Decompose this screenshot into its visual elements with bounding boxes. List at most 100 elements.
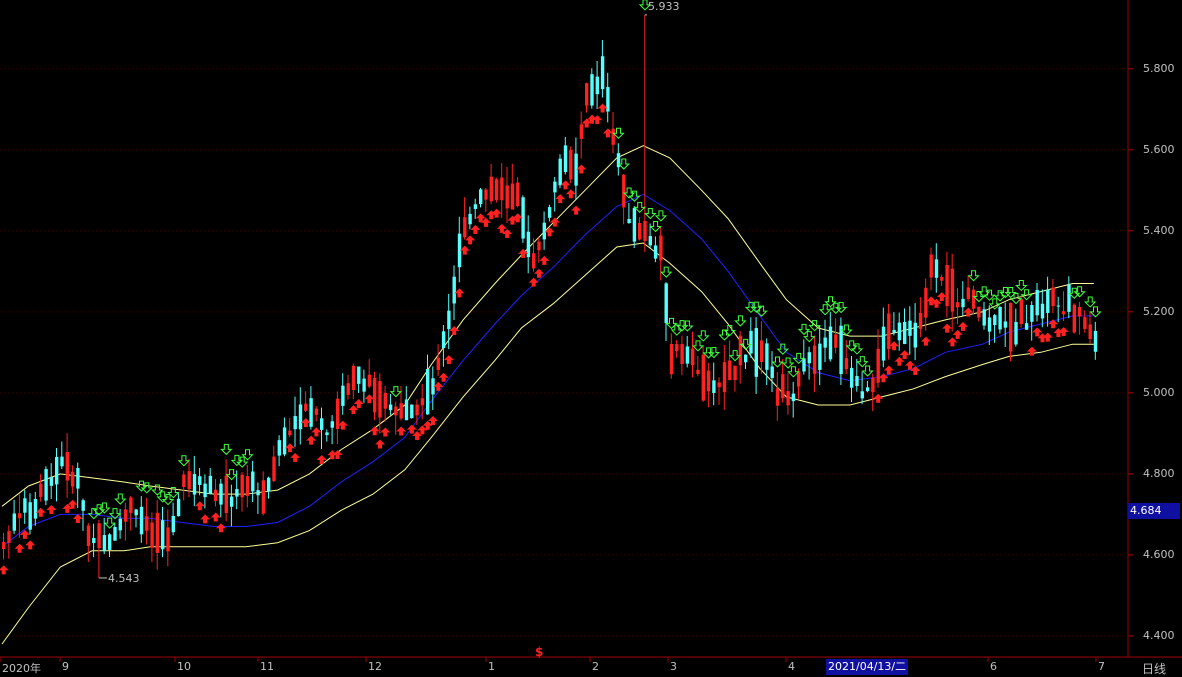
x-tick-label: 4 [788, 660, 795, 673]
candle-body [553, 181, 557, 193]
y-tick-label: 5.600 [1143, 142, 1175, 156]
low-price-label: 4.543 [108, 572, 140, 585]
candle-body [1009, 303, 1013, 352]
sell-arrow-icon [1020, 289, 1033, 301]
buy-arrow-icon [364, 394, 375, 404]
y-tick-label: 4.400 [1143, 628, 1175, 642]
candle-body [834, 334, 838, 348]
candle-body [383, 392, 387, 409]
candle-body [203, 483, 207, 498]
candle-body [229, 496, 234, 507]
candle-body [304, 403, 308, 411]
candle-body [171, 515, 175, 533]
sell-arrow-icon [1015, 279, 1028, 292]
candle-body [129, 497, 133, 513]
period-selector[interactable]: 日线 [1142, 660, 1166, 677]
candle-body [325, 432, 329, 436]
band-lines [1, 145, 1094, 645]
candle-body [807, 352, 811, 364]
last-price-tag: 4.684 [1128, 503, 1180, 519]
sell-arrow-icon [856, 356, 869, 368]
sell-arrow-icon [114, 493, 127, 505]
buy-arrow-icon [544, 227, 555, 237]
candle-body [887, 313, 891, 350]
candle-body [913, 322, 917, 348]
buy-arrow-icon [454, 288, 465, 298]
candle-body [850, 367, 854, 388]
candle-body [966, 287, 970, 299]
candle-body [627, 218, 631, 224]
candle-body [547, 207, 552, 218]
buy-arrow-icon [920, 336, 931, 346]
candle-body [1093, 330, 1098, 352]
candle-body [733, 365, 737, 380]
candle-body [2, 541, 6, 550]
candle-body [664, 283, 668, 324]
buy-arrow-icon [873, 393, 884, 403]
buy-arrow-icon [459, 245, 470, 255]
sell-arrow-icon [861, 365, 874, 377]
candle-body [638, 222, 642, 240]
candle-body [622, 174, 626, 208]
candle-body [892, 329, 896, 333]
buy-arrow-icon [565, 189, 576, 199]
candle-body [494, 179, 499, 201]
x-tick-label: 11 [260, 660, 274, 673]
candle-body [749, 330, 753, 354]
candle-body [288, 430, 292, 436]
candle-body [415, 404, 419, 416]
buy-arrow-icon [306, 435, 317, 445]
candlesticks[interactable] [2, 14, 1098, 579]
sell-arrow-icon [649, 221, 662, 233]
candle-body [558, 158, 562, 186]
candle-body [394, 406, 398, 416]
candle-body [123, 509, 128, 522]
candle-body [272, 456, 276, 482]
candle-body [505, 185, 509, 209]
cursor-date-tag: 2021/04/13/二 [826, 659, 909, 675]
candle-body [712, 380, 716, 394]
candle-body [802, 358, 806, 372]
sell-arrow-icon [967, 270, 980, 282]
candle-body [1077, 307, 1082, 317]
x-tick-label: 3 [670, 660, 677, 673]
band-line-upper [1, 145, 1094, 507]
candle-body [468, 213, 472, 225]
candle-body [722, 362, 727, 393]
sell-arrow-icon [612, 127, 625, 139]
candle-body [563, 145, 568, 173]
buy-arrow-icon [46, 504, 57, 514]
sell-arrow-icon [177, 455, 191, 467]
buy-arrow-icon [470, 224, 481, 234]
x-tick-label: 10 [177, 660, 191, 673]
candle-body [219, 483, 223, 505]
buy-arrow-icon [952, 329, 963, 339]
candle-body [134, 509, 138, 516]
candle-body [33, 498, 38, 519]
candle-body [282, 427, 287, 455]
y-tick-label: 5.400 [1143, 223, 1175, 237]
candle-body [632, 208, 637, 242]
candle-body [86, 525, 91, 547]
candle-body [516, 182, 520, 207]
y-tick-label: 5.800 [1143, 61, 1175, 75]
high-price-label: 5.933 [648, 0, 680, 13]
buy-arrow-icon [602, 128, 613, 138]
sell-arrow-icon [633, 201, 646, 214]
candle-body [754, 328, 758, 377]
candle-body [1056, 305, 1061, 307]
candle-body [759, 340, 764, 363]
chart-area[interactable] [0, 0, 1182, 677]
candle-body [28, 502, 32, 530]
buy-arrow-icon [300, 418, 311, 428]
candle-body [447, 310, 451, 330]
candle-body [717, 382, 721, 388]
y-tick-label: 4.600 [1143, 547, 1175, 561]
candle-body [908, 320, 912, 336]
candle-body [161, 520, 165, 550]
buy-arrow-icon [290, 452, 301, 462]
candle-body [998, 307, 1002, 330]
buy-arrow-icon [369, 426, 380, 436]
candle-body [145, 516, 149, 531]
candle-body [1083, 317, 1087, 329]
